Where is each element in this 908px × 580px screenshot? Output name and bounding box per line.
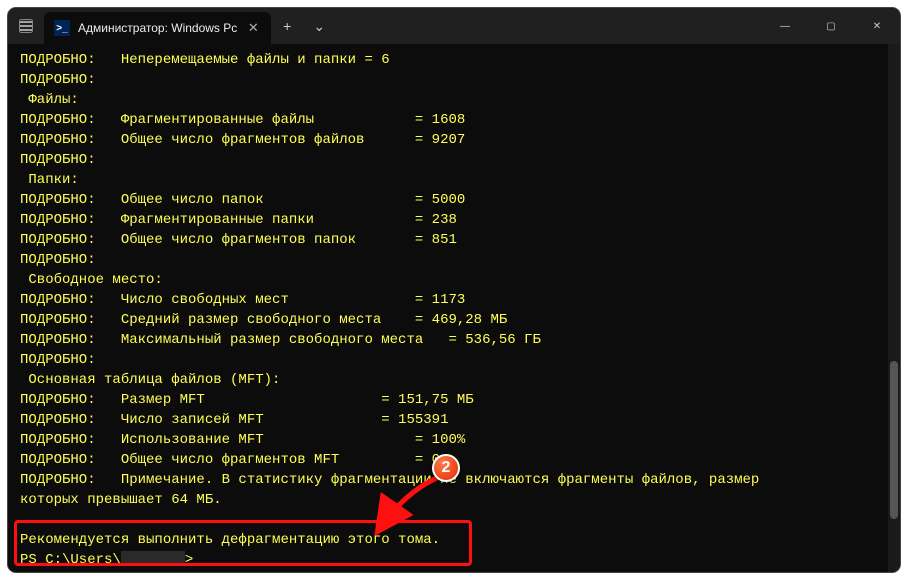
terminal-line: ПОДРОБНО: Фрагментированные файлы = 1608 xyxy=(20,110,890,130)
redacted-username xyxy=(121,551,185,565)
scrollbar-thumb[interactable] xyxy=(890,361,898,519)
terminal-line: ПОДРОБНО: Максимальный размер свободного… xyxy=(20,330,890,350)
terminal-line: ПОДРОБНО: Общее число папок = 5000 xyxy=(20,190,890,210)
scrollbar-vertical[interactable] xyxy=(888,44,900,572)
prompt-suffix: > xyxy=(185,552,193,568)
titlebar: >_ Администратор: Windows Pc ✕ + ⌄ — ▢ ✕ xyxy=(8,8,900,44)
terminal-line: Файлы: xyxy=(20,90,890,110)
terminal-line: Основная таблица файлов (MFT): xyxy=(20,370,890,390)
tab-title: Администратор: Windows Pc xyxy=(78,21,237,35)
tab-close-button[interactable]: ✕ xyxy=(245,20,261,36)
tab-strip: >_ Администратор: Windows Pc ✕ xyxy=(44,8,271,44)
terminal-line: которых превышает 64 МБ. xyxy=(20,490,890,510)
terminal-line: ПОДРОБНО: Общее число фрагментов папок =… xyxy=(20,230,890,250)
terminal-line: Рекомендуется выполнить дефрагментацию э… xyxy=(20,530,890,550)
terminal-line: ПОДРОБНО: Неперемещаемые файлы и папки =… xyxy=(20,50,890,70)
prompt-prefix: PS C:\Users\ xyxy=(20,552,121,568)
terminal-line: ПОДРОБНО: Фрагментированные папки = 238 xyxy=(20,210,890,230)
close-button[interactable]: ✕ xyxy=(854,8,900,44)
tab-dropdown-button[interactable]: ⌄ xyxy=(303,8,335,44)
tab-powershell[interactable]: >_ Администратор: Windows Pc ✕ xyxy=(44,12,271,44)
maximize-button[interactable]: ▢ xyxy=(808,8,854,44)
terminal-output[interactable]: ПОДРОБНО: Неперемещаемые файлы и папки =… xyxy=(8,44,900,572)
new-tab-button[interactable]: + xyxy=(271,8,303,44)
terminal-line: ПОДРОБНО: xyxy=(20,150,890,170)
terminal-line: ПОДРОБНО: xyxy=(20,70,890,90)
terminal-line: ПОДРОБНО: xyxy=(20,350,890,370)
minimize-button[interactable]: — xyxy=(762,8,808,44)
titlebar-drag-area[interactable] xyxy=(335,8,762,44)
app-menu-icon[interactable] xyxy=(8,8,44,44)
terminal-line: ПОДРОБНО: Размер MFT = 151,75 МБ xyxy=(20,390,890,410)
powershell-icon: >_ xyxy=(54,20,70,36)
terminal-line: ПОДРОБНО: Число свободных мест = 1173 xyxy=(20,290,890,310)
prompt-line[interactable]: PS C:\Users\ > xyxy=(20,550,890,570)
window-controls: — ▢ ✕ xyxy=(762,8,900,44)
terminal-line: ПОДРОБНО: Средний размер свободного мест… xyxy=(20,310,890,330)
terminal-line: Папки: xyxy=(20,170,890,190)
terminal-line: ПОДРОБНО: Число записей MFT = 155391 xyxy=(20,410,890,430)
terminal-line: ПОДРОБНО: xyxy=(20,250,890,270)
terminal-line: ПОДРОБНО: Общее число фрагментов файлов … xyxy=(20,130,890,150)
terminal-line: ПОДРОБНО: Использование MFT = 100% xyxy=(20,430,890,450)
terminal-line: ПОДРОБНО: Примечание. В статистику фрагм… xyxy=(20,470,890,490)
terminal-line: Свободное место: xyxy=(20,270,890,290)
terminal-line xyxy=(20,510,890,530)
terminal-window: >_ Администратор: Windows Pc ✕ + ⌄ — ▢ ✕… xyxy=(8,8,900,572)
terminal-line: ПОДРОБНО: Общее число фрагментов MFT = 0 xyxy=(20,450,890,470)
